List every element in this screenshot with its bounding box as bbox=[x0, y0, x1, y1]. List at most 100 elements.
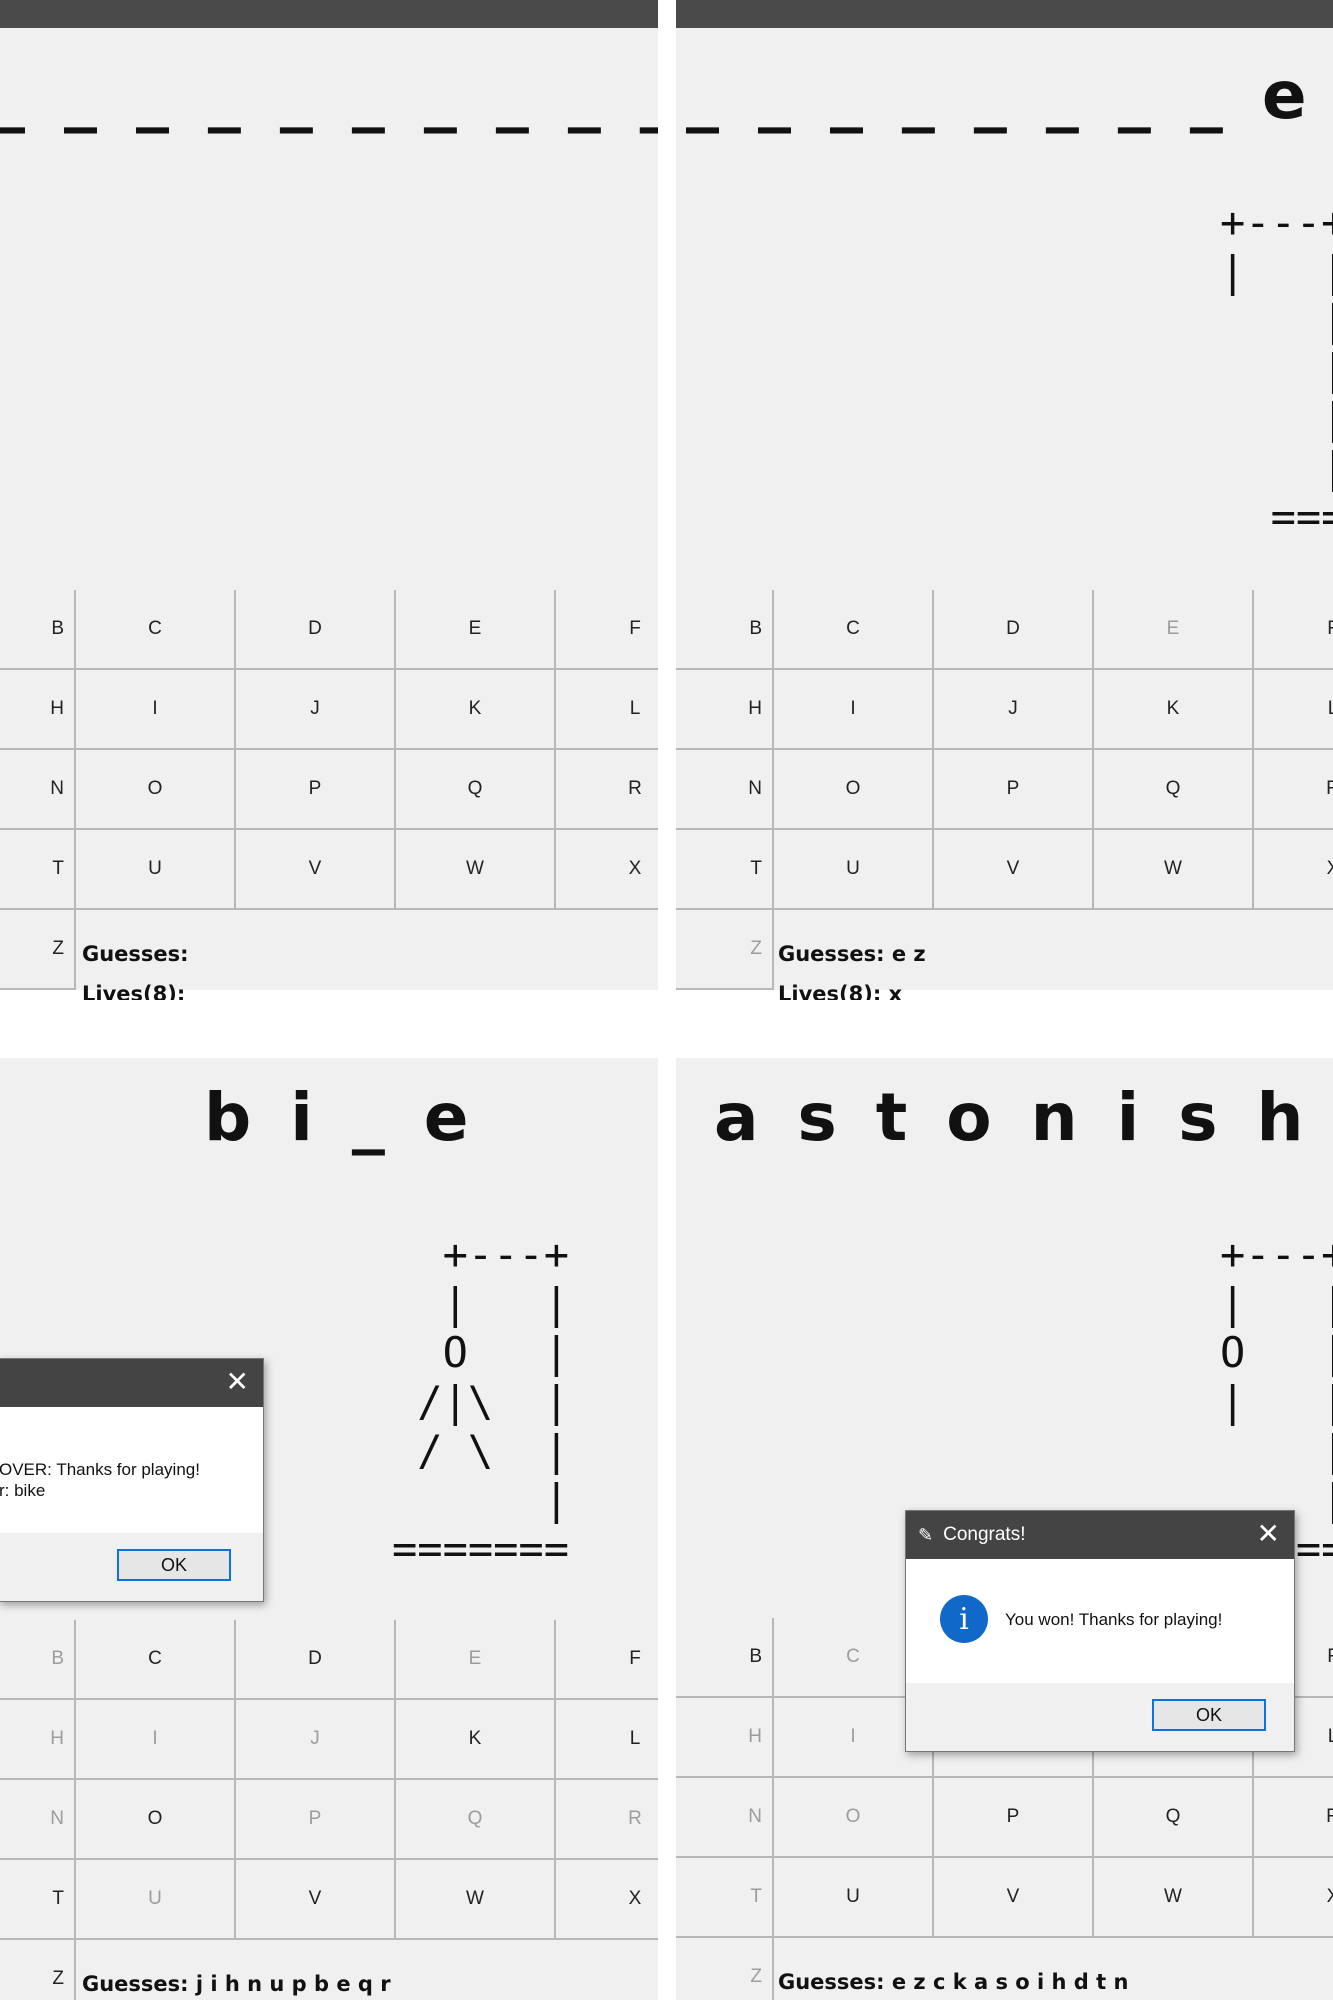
letter-button-w[interactable]: W bbox=[396, 1860, 556, 1940]
letter-button-x[interactable]: X bbox=[556, 1860, 658, 1940]
dialog-footer: OK bbox=[906, 1683, 1294, 1751]
lives-label: Lives(8): x bbox=[778, 982, 903, 1000]
letter-button-o[interactable]: O bbox=[76, 750, 236, 830]
letter-button-n[interactable]: N bbox=[676, 1778, 774, 1858]
close-icon[interactable]: ✕ bbox=[1257, 1517, 1280, 1551]
lives-label: Lives(8): bbox=[82, 982, 186, 1000]
letter-button-b[interactable]: B bbox=[676, 1618, 774, 1698]
feather-icon: ✎ bbox=[918, 1524, 934, 1545]
letter-button-o[interactable]: O bbox=[774, 750, 934, 830]
letter-button-z[interactable]: Z bbox=[0, 910, 76, 990]
letter-button-r[interactable]: R bbox=[556, 1780, 658, 1860]
letter-button-z[interactable]: Z bbox=[0, 1940, 76, 2000]
letter-button-r[interactable]: R bbox=[1254, 1778, 1333, 1858]
dialog-titlebar[interactable] bbox=[0, 1359, 263, 1407]
letter-button-f[interactable]: F bbox=[556, 590, 658, 670]
letter-button-k[interactable]: K bbox=[396, 670, 556, 750]
game-area: b i _ e +---+ | | O | /|\ | / \ | | ====… bbox=[0, 1058, 658, 2000]
letter-button-l[interactable]: L bbox=[556, 1700, 658, 1780]
letter-button-e[interactable]: E bbox=[396, 590, 556, 670]
letter-button-c[interactable]: C bbox=[76, 590, 236, 670]
guesses-label: Guesses: e z bbox=[778, 942, 926, 966]
letter-button-p[interactable]: P bbox=[934, 750, 1094, 830]
letter-button-v[interactable]: V bbox=[934, 830, 1094, 910]
letter-button-f[interactable]: F bbox=[556, 1620, 658, 1700]
dialog-title: Congrats! bbox=[943, 1524, 1026, 1545]
letter-button-h[interactable]: H bbox=[0, 670, 76, 750]
letter-button-e[interactable]: E bbox=[1094, 590, 1254, 670]
game-window-lost: b i _ e +---+ | | O | /|\ | / \ | | ====… bbox=[0, 1058, 658, 2000]
letter-button-v[interactable]: V bbox=[236, 1860, 396, 1940]
letter-button-x[interactable]: X bbox=[1254, 1858, 1333, 1938]
letter-button-z[interactable]: Z bbox=[676, 1938, 774, 2000]
letter-button-k[interactable]: K bbox=[1094, 670, 1254, 750]
letter-button-b[interactable]: B bbox=[676, 590, 774, 670]
info-icon: i bbox=[940, 1595, 988, 1643]
word-display: _ _ _ _ _ _ _ _ e _ bbox=[686, 57, 1333, 134]
letter-button-x[interactable]: X bbox=[556, 830, 658, 910]
letter-button-u[interactable]: U bbox=[76, 830, 236, 910]
letter-button-t[interactable]: T bbox=[0, 1860, 76, 1940]
letter-button-h[interactable]: H bbox=[0, 1700, 76, 1780]
letter-button-q[interactable]: Q bbox=[1094, 1778, 1254, 1858]
letter-button-n[interactable]: N bbox=[676, 750, 774, 830]
letter-button-d[interactable]: D bbox=[934, 590, 1094, 670]
letter-button-u[interactable]: U bbox=[774, 1858, 934, 1938]
letter-button-w[interactable]: W bbox=[1094, 830, 1254, 910]
dialog-titlebar[interactable]: ✎ Congrats! bbox=[906, 1511, 1294, 1559]
game-area: _ _ _ _ _ _ _ _ _ _ BCDEF HIJKL NOPQR TUVWX… bbox=[0, 28, 658, 1000]
gallows-ascii: +---+ | | | | | | ======= bbox=[1220, 198, 1333, 541]
letter-button-w[interactable]: W bbox=[396, 830, 556, 910]
letter-button-j[interactable]: J bbox=[934, 670, 1094, 750]
ok-button[interactable]: OK bbox=[1152, 1699, 1266, 1731]
close-icon[interactable]: ✕ bbox=[226, 1365, 249, 1399]
letter-button-u[interactable]: U bbox=[774, 830, 934, 910]
letter-button-l[interactable]: L bbox=[1254, 670, 1333, 750]
letter-button-c[interactable]: C bbox=[76, 1620, 236, 1700]
letter-button-v[interactable]: V bbox=[934, 1858, 1094, 1938]
letter-button-o[interactable]: O bbox=[76, 1780, 236, 1860]
letter-button-t[interactable]: T bbox=[676, 830, 774, 910]
letter-button-z[interactable]: Z bbox=[676, 910, 774, 990]
window-titlebar[interactable] bbox=[676, 0, 1333, 28]
letter-button-e[interactable]: E bbox=[396, 1620, 556, 1700]
letter-button-r[interactable]: R bbox=[1254, 750, 1333, 830]
letter-button-p[interactable]: P bbox=[934, 1778, 1094, 1858]
letter-button-i[interactable]: I bbox=[774, 670, 934, 750]
letter-button-b[interactable]: B bbox=[0, 1620, 76, 1700]
word-display: b i _ e bbox=[204, 1079, 477, 1156]
letter-button-h[interactable]: H bbox=[676, 1698, 774, 1778]
game-area: a s t o n i s h e d +---+ | | O | | | | … bbox=[676, 1058, 1333, 2000]
letter-button-d[interactable]: D bbox=[236, 590, 396, 670]
letter-button-j[interactable]: J bbox=[236, 670, 396, 750]
letter-button-t[interactable]: T bbox=[0, 830, 76, 910]
letter-button-b[interactable]: B bbox=[0, 590, 76, 670]
letter-button-i[interactable]: I bbox=[76, 1700, 236, 1780]
letter-button-o[interactable]: O bbox=[774, 1778, 934, 1858]
letter-button-t[interactable]: T bbox=[676, 1858, 774, 1938]
letter-button-w[interactable]: W bbox=[1094, 1858, 1254, 1938]
letter-button-q[interactable]: Q bbox=[396, 750, 556, 830]
letter-button-h[interactable]: H bbox=[676, 670, 774, 750]
letter-button-v[interactable]: V bbox=[236, 830, 396, 910]
letter-button-j[interactable]: J bbox=[236, 1700, 396, 1780]
letter-button-p[interactable]: P bbox=[236, 750, 396, 830]
letter-button-r[interactable]: R bbox=[556, 750, 658, 830]
letter-button-x[interactable]: X bbox=[1254, 830, 1333, 910]
letter-button-f[interactable]: F bbox=[1254, 590, 1333, 670]
letter-button-n[interactable]: N bbox=[0, 1780, 76, 1860]
letter-button-i[interactable]: I bbox=[76, 670, 236, 750]
letter-button-d[interactable]: D bbox=[236, 1620, 396, 1700]
letter-button-n[interactable]: N bbox=[0, 750, 76, 830]
letter-button-p[interactable]: P bbox=[236, 1780, 396, 1860]
letter-button-l[interactable]: L bbox=[556, 670, 658, 750]
ok-button[interactable]: OK bbox=[117, 1549, 231, 1581]
letter-button-c[interactable]: C bbox=[774, 590, 934, 670]
guesses-label: Guesses: e z c k a s o i h d t n bbox=[778, 1970, 1129, 1994]
window-titlebar[interactable] bbox=[0, 0, 658, 28]
letter-button-k[interactable]: K bbox=[396, 1700, 556, 1780]
dialog-footer: OK bbox=[0, 1533, 263, 1601]
letter-button-q[interactable]: Q bbox=[396, 1780, 556, 1860]
letter-button-u[interactable]: U bbox=[76, 1860, 236, 1940]
letter-button-q[interactable]: Q bbox=[1094, 750, 1254, 830]
